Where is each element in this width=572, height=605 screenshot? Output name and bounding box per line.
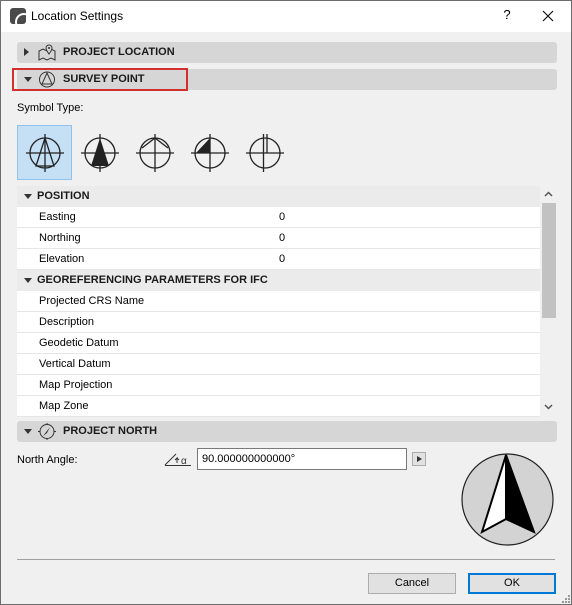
scroll-down-button[interactable] bbox=[540, 400, 557, 416]
collapse-arrow-icon bbox=[24, 194, 32, 199]
table-row[interactable]: Geodetic Datum bbox=[17, 333, 540, 354]
group-georeferencing[interactable]: GEOREFERENCING PARAMETERS FOR IFC bbox=[17, 270, 540, 291]
row-name: Map Projection bbox=[39, 379, 113, 391]
section-project-north[interactable]: PROJECT NORTH bbox=[17, 421, 557, 442]
symbol-option-roof[interactable] bbox=[127, 125, 182, 180]
scroll-up-button[interactable] bbox=[540, 187, 557, 203]
resize-grip-icon[interactable] bbox=[561, 594, 571, 604]
title-bar: Location Settings ? bbox=[1, 1, 571, 32]
table-row[interactable]: Vertical Datum bbox=[17, 354, 540, 375]
symbol-type-label: Symbol Type: bbox=[17, 102, 84, 114]
row-name: Elevation bbox=[39, 253, 85, 265]
table-row[interactable]: Description bbox=[17, 312, 540, 333]
table-row[interactable]: Easting 0 bbox=[17, 207, 540, 228]
section-project-location[interactable]: PROJECT LOCATION bbox=[17, 42, 557, 63]
window-title: Location Settings bbox=[31, 9, 124, 23]
highlight-annotation bbox=[12, 68, 188, 91]
symbol-outline-triangle-icon bbox=[26, 134, 64, 172]
section-label: PROJECT NORTH bbox=[63, 425, 158, 437]
close-icon bbox=[542, 10, 554, 22]
row-name: Map Zone bbox=[39, 400, 89, 412]
symbol-roof-icon bbox=[136, 134, 174, 172]
chevron-up-icon bbox=[544, 191, 553, 197]
app-logo-icon bbox=[10, 8, 26, 24]
north-angle-input[interactable] bbox=[197, 448, 407, 470]
symbol-option-outline-triangle[interactable] bbox=[17, 125, 72, 180]
scrollbar-thumb[interactable] bbox=[542, 203, 556, 318]
vertical-scrollbar[interactable] bbox=[540, 186, 557, 417]
north-compass-preview bbox=[461, 453, 554, 546]
angle-expand-button[interactable] bbox=[412, 452, 426, 466]
compass-icon bbox=[38, 423, 56, 440]
group-label: POSITION bbox=[37, 190, 90, 202]
row-name: Easting bbox=[39, 211, 76, 223]
symbol-filled-triangle-icon bbox=[81, 134, 119, 172]
symbol-option-quarter-filled[interactable] bbox=[182, 125, 237, 180]
chevron-down-icon bbox=[544, 404, 553, 410]
row-value[interactable]: 0 bbox=[279, 253, 285, 265]
section-label: PROJECT LOCATION bbox=[63, 46, 175, 58]
group-label: GEOREFERENCING PARAMETERS FOR IFC bbox=[37, 274, 268, 286]
table-row[interactable]: Elevation 0 bbox=[17, 249, 540, 270]
help-button[interactable]: ? bbox=[497, 7, 517, 25]
row-name: Geodetic Datum bbox=[39, 337, 119, 349]
table-row[interactable]: Map Projection bbox=[17, 375, 540, 396]
row-name: Vertical Datum bbox=[39, 358, 111, 370]
north-angle-label: North Angle: bbox=[17, 454, 78, 466]
symbol-option-double-line[interactable] bbox=[237, 125, 292, 180]
collapse-arrow-icon bbox=[24, 278, 32, 283]
close-button[interactable] bbox=[536, 5, 560, 27]
collapse-arrow-icon bbox=[24, 429, 32, 434]
location-settings-dialog: Location Settings ? PROJECT LOCATION SUR… bbox=[0, 0, 572, 605]
table-row[interactable]: Projected CRS Name bbox=[17, 291, 540, 312]
symbol-quarter-filled-icon bbox=[191, 134, 229, 172]
ok-button[interactable]: OK bbox=[468, 573, 556, 594]
row-name: Northing bbox=[39, 232, 81, 244]
table-row[interactable]: Map Zone bbox=[17, 396, 540, 417]
map-pin-icon bbox=[38, 44, 56, 61]
angle-icon: α bbox=[164, 453, 191, 467]
group-position[interactable]: POSITION bbox=[17, 186, 540, 207]
symbol-option-filled-triangle[interactable] bbox=[72, 125, 127, 180]
row-value[interactable]: 0 bbox=[279, 232, 285, 244]
property-table: POSITION Easting 0 Northing 0 Elevation … bbox=[17, 186, 557, 417]
symbol-double-line-icon bbox=[246, 134, 284, 172]
angle-symbol: α bbox=[181, 456, 187, 467]
row-name: Description bbox=[39, 316, 95, 328]
expand-arrow-icon bbox=[24, 48, 29, 56]
row-name: Projected CRS Name bbox=[39, 295, 145, 307]
row-value[interactable]: 0 bbox=[279, 211, 285, 223]
table-row[interactable]: Northing 0 bbox=[17, 228, 540, 249]
footer-divider bbox=[17, 559, 555, 560]
property-rows: POSITION Easting 0 Northing 0 Elevation … bbox=[17, 186, 540, 417]
cancel-button[interactable]: Cancel bbox=[368, 573, 456, 594]
